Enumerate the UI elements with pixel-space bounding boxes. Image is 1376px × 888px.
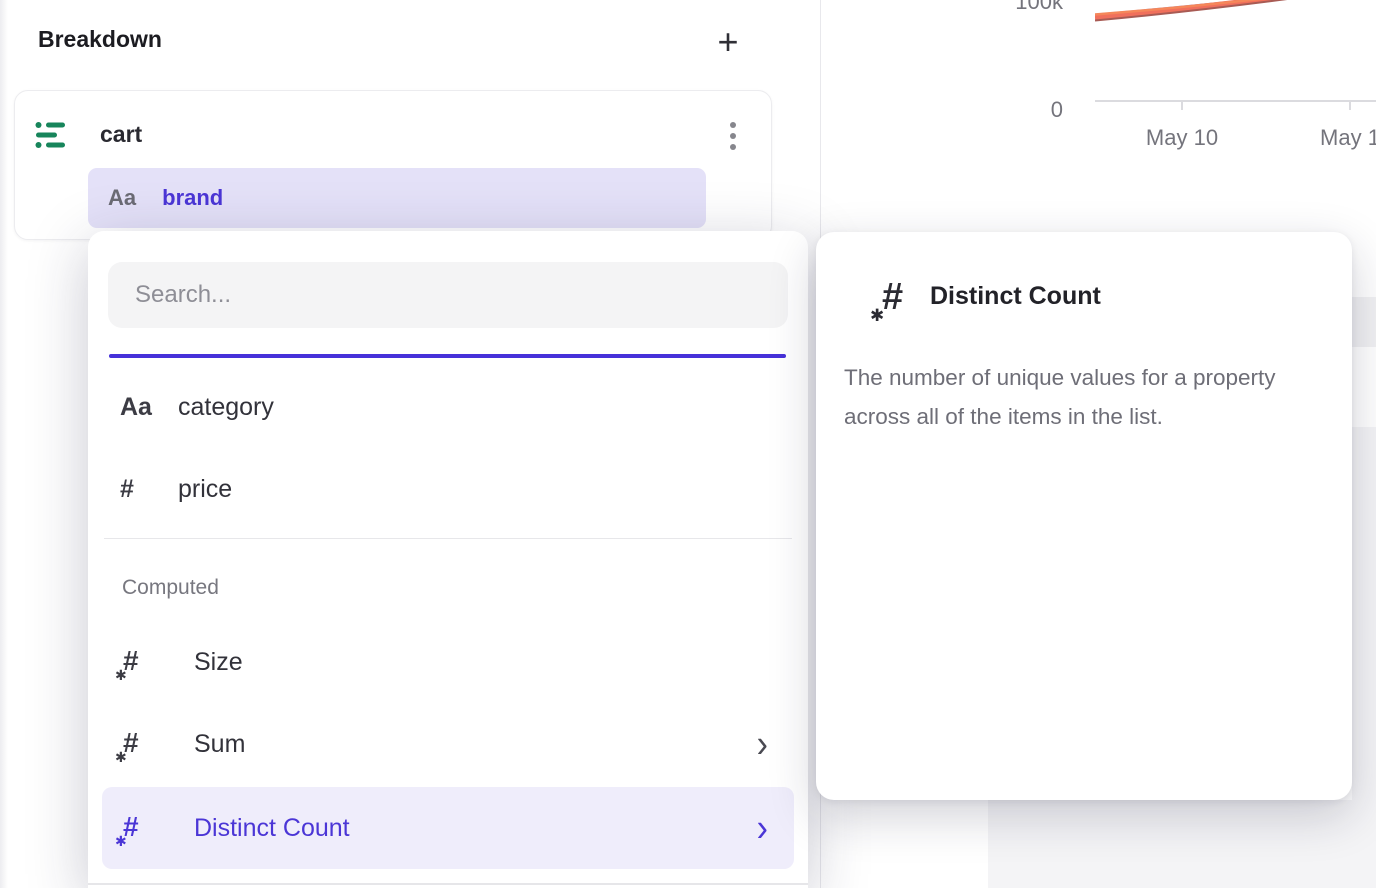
x-axis-tick-label: May 10 (1122, 125, 1242, 151)
dropdown-divider (104, 538, 792, 539)
number-property-icon: # (120, 475, 178, 504)
chart-x-axis (1095, 100, 1376, 102)
x-axis-tick (1181, 100, 1183, 110)
chevron-right-icon: › (757, 808, 768, 847)
breakdown-card-menu-button[interactable] (718, 114, 748, 158)
dropdown-item-size[interactable]: # ✱ Size (102, 621, 794, 703)
breakdown-section-title: Breakdown (38, 26, 162, 53)
plus-icon: + (717, 21, 738, 63)
dropdown-item-category[interactable]: Aa category (102, 366, 794, 448)
x-axis-tick-label: May 1 (1290, 125, 1376, 151)
dropdown-item-label: Size (194, 648, 243, 677)
computed-number-icon: # ✱ (116, 725, 150, 763)
dropdown-item-sum[interactable]: # ✱ Sum › (102, 703, 794, 785)
kebab-icon (730, 133, 736, 139)
search-box (108, 262, 788, 328)
dropdown-item-label: Distinct Count (194, 814, 350, 843)
chevron-right-icon: › (757, 724, 768, 763)
selected-item-underline (109, 354, 786, 358)
dropdown-item-label: price (178, 475, 232, 504)
text-property-icon: Aa (120, 393, 178, 422)
kebab-icon (730, 144, 736, 150)
y-axis-tick-label: 0 (1003, 97, 1063, 123)
dropdown-item-label: category (178, 393, 274, 422)
computed-number-icon: # ✱ (116, 809, 150, 847)
line-chart-series (1095, 0, 1376, 24)
tooltip-description: The number of unique values for a proper… (844, 358, 1318, 436)
computed-section-header: Computed (122, 576, 219, 600)
background-table-header-sliver (1352, 297, 1376, 347)
breakdown-list-name: cart (100, 121, 142, 148)
computed-number-icon: # ✱ (872, 276, 916, 324)
background-table-sliver (1352, 427, 1376, 800)
panel-left-edge (0, 0, 8, 888)
dropdown-item-price[interactable]: # price (102, 448, 794, 530)
list-icon (34, 118, 68, 152)
x-axis-tick (1349, 100, 1351, 110)
dropdown-item-label: Sum (194, 730, 245, 759)
kebab-icon (730, 122, 736, 128)
property-dropdown: Aa category # price Computed # ✱ Size # … (88, 231, 808, 888)
app-canvas: Breakdown + cart Aa brand Aa category # … (0, 0, 1376, 888)
background-table-bottom (988, 800, 1376, 888)
text-property-icon: Aa (108, 185, 136, 211)
selected-property-label: brand (162, 185, 223, 211)
tooltip-title: Distinct Count (930, 282, 1101, 311)
y-axis-tick-label: 100k (1003, 0, 1063, 15)
dropdown-item-distinct-count[interactable]: # ✱ Distinct Count › (102, 787, 794, 869)
property-description-tooltip: # ✱ Distinct Count The number of unique … (816, 232, 1352, 800)
selected-property-chip[interactable]: Aa brand (88, 168, 706, 228)
search-input[interactable] (108, 262, 788, 328)
dropdown-divider (88, 883, 808, 885)
computed-number-icon: # ✱ (116, 643, 150, 681)
add-breakdown-button[interactable]: + (708, 22, 748, 62)
